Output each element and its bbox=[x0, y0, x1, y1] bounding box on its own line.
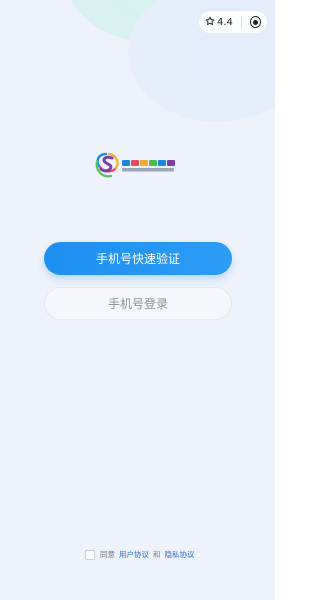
rating-button[interactable]: 4.4 bbox=[205, 16, 233, 29]
capsule-divider bbox=[240, 16, 242, 28]
agreement-checkbox[interactable] bbox=[85, 549, 95, 560]
record-icon[interactable] bbox=[249, 16, 261, 28]
quick-phone-verify-button[interactable]: 手机号快速验证 bbox=[44, 242, 232, 275]
privacy-agreement-link[interactable]: 隐私协议 bbox=[165, 549, 195, 560]
star-icon bbox=[205, 16, 215, 29]
rating-value: 4.4 bbox=[217, 16, 233, 28]
phone-login-button[interactable]: 手机号登录 bbox=[44, 287, 232, 320]
user-agreement-link[interactable]: 用户协议 bbox=[119, 549, 149, 560]
agreement-prefix: 同意 bbox=[100, 550, 115, 559]
mini-program-capsule: 4.4 bbox=[199, 11, 267, 33]
agreement-and: 和 bbox=[153, 550, 161, 559]
app-logo-icon bbox=[92, 148, 184, 182]
agreement-row: 同意 用户协议 和 隐私协议 bbox=[85, 549, 195, 560]
login-page: 4.4 手机号快速验证 手机号登录 同意 用户协议 和 隐私协议 bbox=[0, 0, 275, 600]
